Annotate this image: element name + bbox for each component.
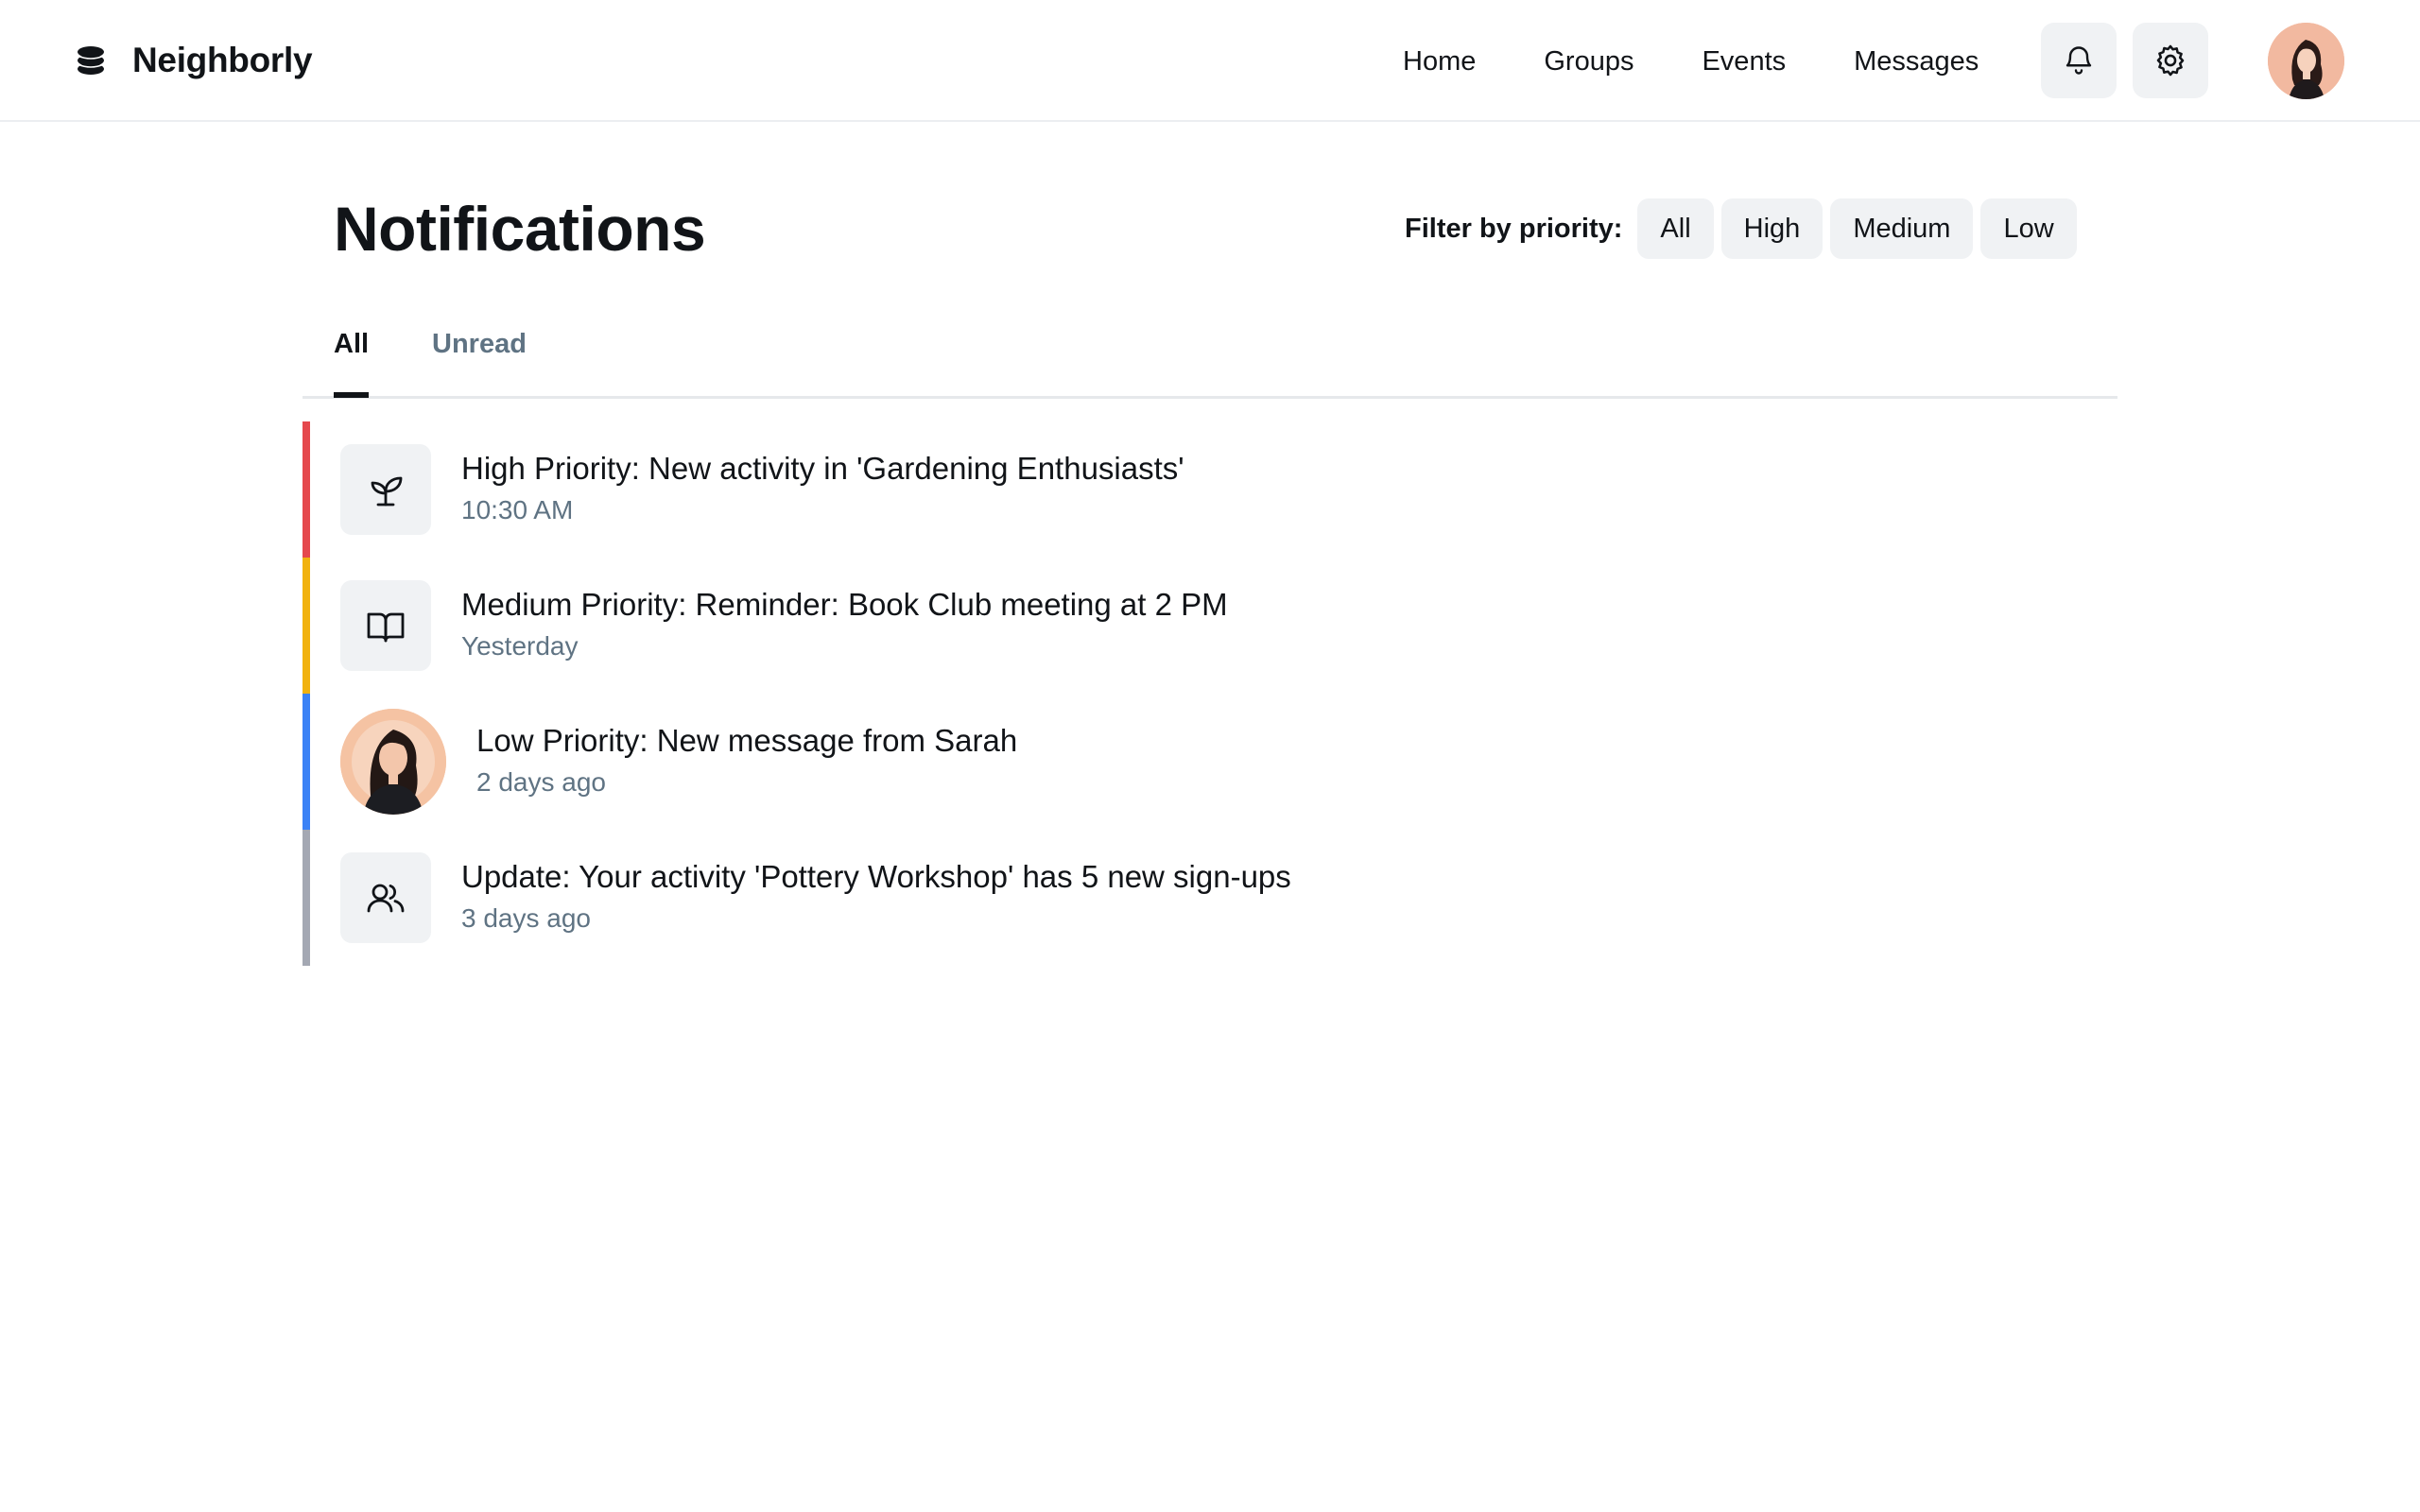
settings-button[interactable] [2133, 23, 2208, 98]
user-avatar-image [2268, 23, 2344, 99]
notification-item[interactable]: Medium Priority: Reminder: Book Club mee… [302, 558, 2118, 694]
brand-name: Neighborly [132, 41, 313, 79]
notification-title: Medium Priority: Reminder: Book Club mee… [461, 587, 1228, 622]
main-nav: Home Groups Events Messages [1403, 38, 1979, 85]
filter-low-chip[interactable]: Low [1980, 198, 2077, 259]
notification-item[interactable]: Low Priority: New message from Sarah 2 d… [302, 694, 2118, 830]
filter-all-chip[interactable]: All [1637, 198, 1714, 259]
notification-item[interactable]: High Priority: New activity in 'Gardenin… [302, 421, 2118, 558]
notification-text: High Priority: New activity in 'Gardenin… [461, 448, 1184, 529]
notification-time: 10:30 AM [461, 495, 574, 524]
tab-all[interactable]: All [334, 329, 370, 398]
notification-list: High Priority: New activity in 'Gardenin… [302, 421, 2118, 966]
notification-text: Low Priority: New message from Sarah 2 d… [476, 720, 1017, 801]
filter-medium-chip[interactable]: Medium [1830, 198, 1974, 259]
gear-icon [2156, 44, 2185, 77]
priority-filter: Filter by priority: All High Medium Low [1405, 198, 2077, 259]
notifications-button[interactable] [2041, 23, 2117, 98]
medium-priority-bar [302, 558, 310, 694]
notification-time: 3 days ago [461, 903, 591, 933]
notification-title: High Priority: New activity in 'Gardenin… [461, 451, 1184, 486]
stacked-discs-logo-icon [77, 46, 105, 75]
update-bar [302, 830, 310, 966]
nav-groups[interactable]: Groups [1544, 46, 1634, 77]
notification-icon-tile [340, 444, 431, 535]
notification-icon-tile [340, 580, 431, 671]
notification-item[interactable]: Update: Your activity 'Pottery Workshop'… [302, 830, 2118, 966]
brand[interactable]: Neighborly [74, 36, 313, 85]
sarah-avatar-image [340, 709, 446, 815]
nav-messages[interactable]: Messages [1854, 46, 1979, 77]
notification-time: Yesterday [461, 631, 579, 661]
page-title: Notifications [334, 194, 706, 264]
top-navigation-bar: Neighborly Home Groups Events Messages [0, 0, 2420, 122]
notification-time: 2 days ago [476, 767, 606, 797]
filter-label: Filter by priority: [1405, 213, 1623, 244]
notification-text: Update: Your activity 'Pottery Workshop'… [461, 856, 1291, 937]
nav-home[interactable]: Home [1403, 46, 1476, 77]
notification-text: Medium Priority: Reminder: Book Club mee… [461, 584, 1228, 665]
filter-high-chip[interactable]: High [1720, 198, 1824, 259]
users-icon [367, 884, 405, 913]
sprout-icon [371, 476, 403, 507]
tab-unread[interactable]: Unread [432, 329, 527, 383]
notification-icon-tile [340, 852, 431, 943]
open-book-icon [367, 612, 405, 643]
notification-tabs: All Unread [302, 321, 2118, 399]
user-avatar[interactable] [2268, 23, 2344, 99]
sarah-avatar [340, 709, 446, 815]
high-priority-bar [302, 421, 310, 558]
notification-title: Update: Your activity 'Pottery Workshop'… [461, 859, 1291, 894]
notification-title: Low Priority: New message from Sarah [476, 723, 1018, 758]
low-priority-bar [302, 694, 310, 830]
bell-icon [2066, 46, 2092, 75]
nav-events[interactable]: Events [1702, 46, 1786, 77]
